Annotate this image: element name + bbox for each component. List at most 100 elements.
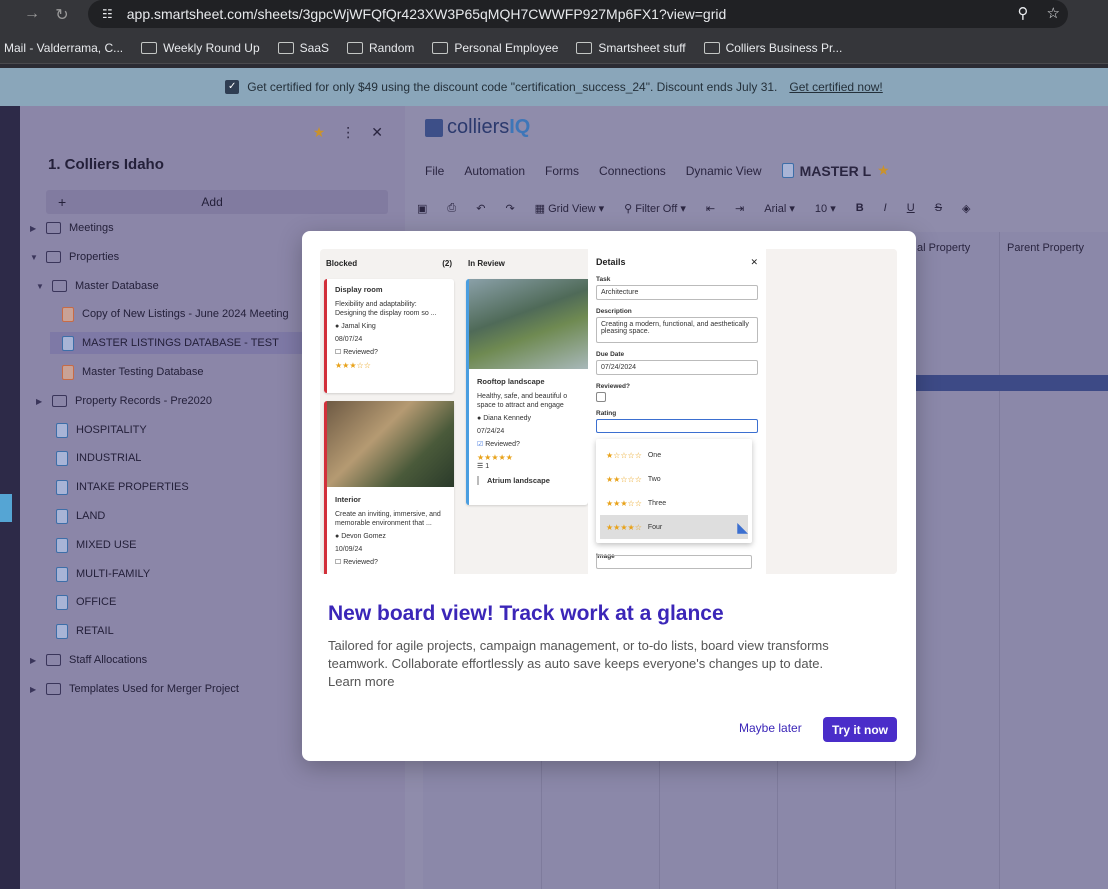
sheet-name: MASTER L ★	[781, 162, 890, 179]
forward-icon[interactable]: →	[20, 5, 44, 23]
tree-folder-property-records[interactable]: ▶ Property Records - Pre2020	[36, 390, 212, 412]
zoom-icon[interactable]: ⚲	[1018, 4, 1029, 22]
strikethrough-icon[interactable]: S	[935, 202, 942, 214]
favorite-star-icon[interactable]: ★	[877, 162, 890, 179]
folder-icon	[432, 41, 449, 54]
redo-icon[interactable]: ↷	[505, 202, 514, 215]
add-button[interactable]: + Add	[46, 190, 388, 214]
learn-more-link[interactable]: Learn more	[328, 674, 394, 689]
banner-link[interactable]: Get certified now!	[789, 80, 882, 94]
folder-icon	[46, 654, 61, 666]
tree-folder-meetings[interactable]: ▶ Meetings	[30, 217, 114, 239]
tree-sheet-hospitality[interactable]: HOSPITALITY	[56, 419, 147, 441]
tree-sheet-industrial[interactable]: INDUSTRIAL	[56, 447, 141, 469]
rating-dropdown: ★☆☆☆☆ One ★★☆☆☆ Two ★★★☆☆ Three ★★★★☆ Four ◣	[596, 439, 752, 543]
tree-sheet-mixed-use[interactable]: MIXED USE	[56, 534, 137, 556]
menu-connections[interactable]: Connections	[599, 164, 666, 178]
sheet-icon	[56, 594, 68, 610]
favorite-star-icon[interactable]: ★	[313, 124, 326, 141]
tree-sheet-office[interactable]: OFFICE	[56, 591, 116, 613]
bold-icon[interactable]: B	[856, 202, 864, 214]
italic-icon[interactable]: I	[884, 202, 887, 214]
bookmark-random[interactable]: Random	[347, 41, 414, 55]
logo-mark-icon	[425, 118, 443, 137]
sheet-icon	[56, 422, 68, 438]
tree-folder-properties[interactable]: ▼ Properties	[30, 246, 119, 268]
outdent-icon[interactable]: ⇤	[706, 202, 715, 215]
tree-sheet-land[interactable]: LAND	[56, 505, 105, 527]
chevron-right-icon[interactable]: ▶	[30, 656, 38, 665]
chevron-right-icon[interactable]: ▶	[30, 685, 38, 694]
chevron-right-icon[interactable]: ▶	[30, 224, 38, 233]
banner-text: Get certified for only $49 using the dis…	[247, 80, 778, 94]
site-settings-icon[interactable]: ☷	[102, 7, 113, 21]
column-header[interactable]: al Property	[917, 242, 970, 254]
underline-icon[interactable]: U	[907, 202, 915, 214]
modal-title: New board view! Track work at a glance	[328, 602, 724, 625]
chevron-right-icon[interactable]: ▶	[36, 397, 44, 406]
tree-sheet-retail[interactable]: RETAIL	[56, 620, 114, 642]
bookmark-mail[interactable]: Mail - Valderrama, C...	[4, 41, 123, 55]
selected-row[interactable]	[913, 375, 1108, 391]
tree-folder-templates-merger[interactable]: ▶ Templates Used for Merger Project	[30, 678, 239, 700]
menu-dynamic-view[interactable]: Dynamic View	[686, 164, 762, 178]
fill-color-icon[interactable]: ◈	[962, 202, 970, 215]
folder-icon	[277, 41, 294, 54]
folder-icon	[52, 280, 67, 292]
sheet-icon	[56, 450, 68, 466]
url-input[interactable]: ☷ app.smartsheet.com/sheets/3gpcWjWFQfQr…	[88, 0, 1068, 28]
folder-icon	[703, 41, 720, 54]
tree-sheet-multi-family[interactable]: MULTI-FAMILY	[56, 563, 150, 585]
chevron-down-icon[interactable]: ▼	[36, 282, 44, 291]
sheet-icon	[56, 566, 68, 582]
tree-folder-master-database[interactable]: ▼ Master Database	[36, 275, 159, 297]
sheet-icon	[62, 335, 74, 351]
sheet-menu: File Automation Forms Connections Dynami…	[425, 162, 890, 179]
try-it-now-button[interactable]: Try it now	[823, 717, 897, 742]
menu-file[interactable]: File	[425, 164, 444, 178]
chevron-down-icon[interactable]: ▼	[30, 253, 38, 262]
more-options-icon[interactable]: ⋮	[341, 124, 355, 141]
menu-forms[interactable]: Forms	[545, 164, 579, 178]
indent-icon[interactable]: ⇥	[735, 202, 744, 215]
tree-report-copy-of-new-listings[interactable]: Copy of New Listings - June 2024 Meeting	[62, 303, 289, 325]
bookmark-star-icon[interactable]: ☆	[1047, 4, 1060, 22]
undo-icon[interactable]: ↶	[476, 202, 485, 215]
bookmark-personal-employee[interactable]: Personal Employee	[432, 41, 558, 55]
board-preview-image: Blocked (2) Display room Flexibility and …	[320, 249, 897, 574]
tree-folder-staff-allocations[interactable]: ▶ Staff Allocations	[30, 649, 147, 671]
column-header[interactable]: Parent Property	[1007, 242, 1084, 254]
folder-icon	[46, 251, 61, 263]
folder-icon	[576, 41, 593, 54]
bookmark-smartsheet-stuff[interactable]: Smartsheet stuff	[576, 41, 686, 55]
font-size-dropdown[interactable]: 10 ▾	[815, 202, 836, 215]
grid-view-dropdown[interactable]: ▦ Grid View ▾	[535, 202, 605, 215]
font-dropdown[interactable]: Arial ▾	[764, 202, 795, 215]
close-icon[interactable]: ✕	[371, 124, 383, 141]
menu-automation[interactable]: Automation	[464, 164, 525, 178]
rooftop-photo	[469, 279, 588, 369]
tree-report-master-testing[interactable]: Master Testing Database	[62, 361, 203, 383]
details-panel: Details ✕ Task Architecture Description C…	[588, 249, 766, 574]
image-field	[596, 555, 752, 569]
bookmark-colliers-business[interactable]: Colliers Business Pr...	[703, 41, 842, 55]
board-card: Display room Flexibility and adaptabilit…	[324, 279, 454, 393]
url-text: app.smartsheet.com/sheets/3gpcWjWFQfQr42…	[126, 6, 727, 22]
bookmark-weekly-round-up[interactable]: Weekly Round Up	[141, 41, 260, 55]
preview-right-pane	[766, 249, 897, 574]
left-rail	[0, 106, 20, 889]
report-icon	[62, 364, 74, 380]
tree-sheet-intake-properties[interactable]: INTAKE PROPERTIES	[56, 476, 189, 498]
save-icon[interactable]: ▣	[417, 202, 427, 215]
board-card: Interior Create an inviting, immersive, …	[324, 401, 454, 574]
print-icon[interactable]: ⎙	[447, 202, 456, 215]
filter-dropdown[interactable]: ⚲ Filter Off ▾	[624, 202, 686, 215]
maybe-later-button[interactable]: Maybe later	[739, 721, 802, 735]
sheet-toolbar: ▣ ⎙ ↶ ↷ ▦ Grid View ▾ ⚲ Filter Off ▾ ⇤ ⇥…	[417, 196, 1108, 220]
cursor-icon: ◣	[737, 518, 748, 535]
reload-icon[interactable]: ↻	[50, 5, 74, 25]
rail-active-indicator[interactable]	[0, 494, 12, 522]
colliers-iq-logo: colliersIQ	[425, 116, 530, 139]
bookmark-saas[interactable]: SaaS	[277, 41, 329, 55]
tree-sheet-master-listings[interactable]: MASTER LISTINGS DATABASE - TEST	[50, 332, 302, 354]
